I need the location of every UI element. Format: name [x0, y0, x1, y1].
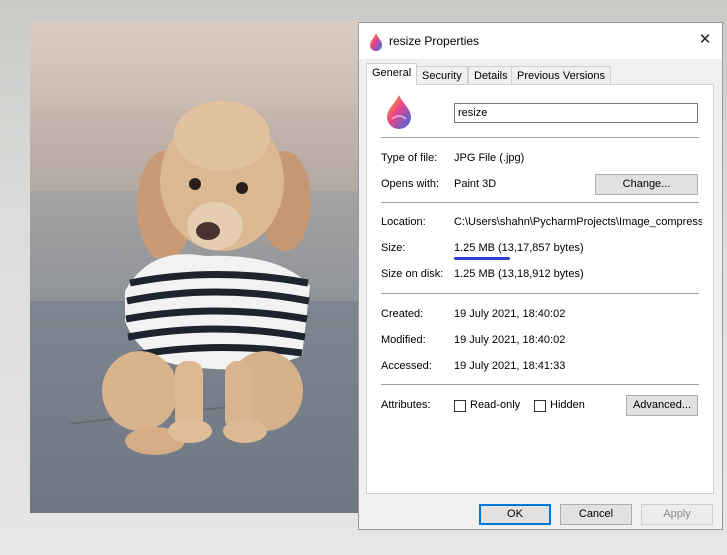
tab-previous-versions[interactable]: Previous Versions [511, 66, 612, 85]
created-value: 19 July 2021, 18:40:02 [454, 308, 566, 320]
hidden-checkbox[interactable] [534, 400, 546, 412]
hidden-label[interactable]: Hidden [550, 399, 585, 411]
filename-input[interactable] [454, 103, 698, 123]
size-on-disk-value: 1.25 MB (13,18,912 bytes) [454, 268, 584, 280]
separator [381, 137, 699, 138]
location-label: Location: [381, 216, 426, 228]
separator [381, 384, 699, 385]
change-button[interactable]: Change... [595, 174, 698, 195]
tab-security[interactable]: Security [416, 66, 468, 85]
accessed-value: 19 July 2021, 18:41:33 [454, 360, 566, 372]
opens-with-label: Opens with: [381, 178, 440, 190]
size-highlight-underline [454, 257, 510, 260]
read-only-label[interactable]: Read-only [470, 399, 520, 411]
accessed-label: Accessed: [381, 360, 432, 372]
tab-details[interactable]: Details [468, 66, 514, 85]
tab-general[interactable]: General [366, 63, 418, 85]
close-button[interactable]: ✕ [694, 30, 716, 50]
puppy-illustration [102, 101, 311, 455]
ok-button[interactable]: OK [479, 504, 551, 525]
size-on-disk-label: Size on disk: [381, 268, 444, 280]
size-value: 1.25 MB (13,17,857 bytes) [454, 242, 584, 254]
location-value: C:\Users\shahn\PycharmProjects\Image_com… [454, 216, 702, 228]
size-label: Size: [381, 242, 406, 254]
attributes-label: Attributes: [381, 399, 431, 411]
paint-3d-icon [370, 33, 382, 51]
separator [381, 293, 699, 294]
separator [381, 202, 699, 203]
modified-value: 19 July 2021, 18:40:02 [454, 334, 566, 346]
modified-label: Modified: [381, 334, 426, 346]
apply-button[interactable]: Apply [641, 504, 713, 525]
properties-dialog: resize Properties ✕ General Security Det… [358, 22, 723, 530]
title-bar[interactable]: resize Properties ✕ [359, 23, 722, 59]
advanced-button[interactable]: Advanced... [626, 395, 698, 416]
paint-3d-file-icon [387, 95, 411, 129]
general-panel: Type of file: JPG File (.jpg) Opens with… [366, 84, 714, 494]
cancel-button[interactable]: Cancel [560, 504, 632, 525]
close-icon: ✕ [698, 31, 712, 48]
read-only-checkbox[interactable] [454, 400, 466, 412]
type-of-file-label: Type of file: [381, 152, 438, 164]
type-of-file-value: JPG File (.jpg) [454, 152, 525, 164]
opens-with-value: Paint 3D [454, 178, 497, 190]
dialog-title: resize Properties [389, 34, 480, 48]
created-label: Created: [381, 308, 424, 320]
puppy-photo [30, 21, 358, 513]
